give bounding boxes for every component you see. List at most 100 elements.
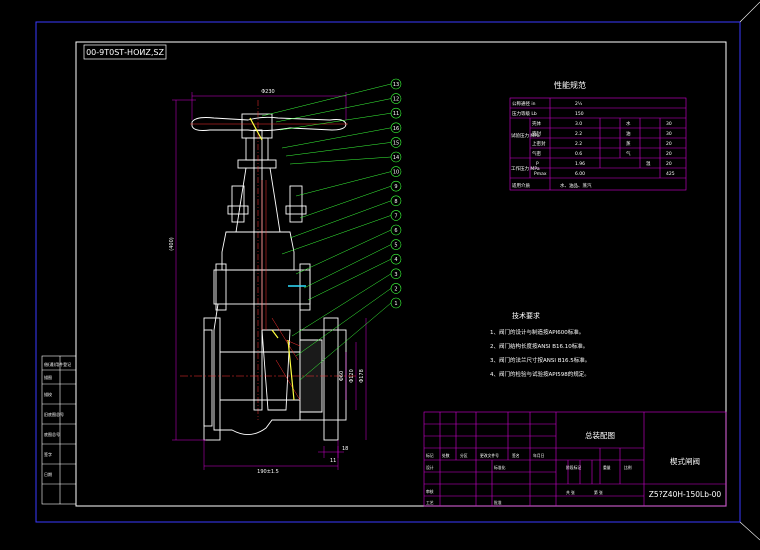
svg-text:水: 水 <box>626 120 631 127</box>
dim-t: 18 <box>342 446 348 452</box>
svg-text:P: P <box>536 161 539 167</box>
svg-text:上密封: 上密封 <box>532 140 546 147</box>
dim-d3: Φ178 <box>359 369 365 382</box>
svg-text:批准: 批准 <box>494 500 502 505</box>
dimension-lines <box>172 92 367 470</box>
balloon-number: 5 <box>394 243 397 249</box>
tech-req-title: 技术要求 <box>512 311 540 320</box>
svg-text:第 张: 第 张 <box>594 490 603 495</box>
svg-text:温: 温 <box>646 160 651 167</box>
balloon-leader <box>281 127 392 149</box>
svg-text:密封: 密封 <box>532 130 541 137</box>
yoke-top <box>237 159 277 169</box>
svg-text:描图: 描图 <box>44 374 52 380</box>
balloon-number: 14 <box>393 155 399 161</box>
balloon-leader <box>279 112 392 131</box>
dim-handwheel: Φ230 <box>261 89 274 95</box>
svg-text:设计: 设计 <box>426 465 434 470</box>
valve-body <box>213 303 301 435</box>
svg-text:3、阀门的法兰尺寸按ANSI B16.5标准。: 3、阀门的法兰尺寸按ANSI B16.5标准。 <box>490 356 590 364</box>
svg-text:签字: 签字 <box>44 451 52 457</box>
svg-text:标记: 标记 <box>426 453 434 458</box>
svg-text:1.96: 1.96 <box>575 161 585 167</box>
svg-text:2.2: 2.2 <box>575 141 582 147</box>
svg-text:20: 20 <box>666 161 672 167</box>
svg-text:壳体: 壳体 <box>532 120 541 127</box>
wedge <box>261 329 291 411</box>
outer-border <box>35 21 741 523</box>
balloon-leader <box>295 171 392 197</box>
balloon-leader <box>295 229 392 275</box>
tech-req-list: 1、阀门的设计与制造按API600标准。 2、阀门结构长度按ANSI B16.1… <box>490 328 590 378</box>
svg-text:日期: 日期 <box>44 471 52 477</box>
balloon-number: 11 <box>393 111 399 117</box>
svg-text:30: 30 <box>666 121 672 127</box>
svg-text:4、阀门的检验与试验按API598的规定。: 4、阀门的检验与试验按API598的规定。 <box>490 370 590 378</box>
balloon-number: 8 <box>394 199 397 205</box>
end-flange-right <box>323 317 339 441</box>
svg-text:更改文件号: 更改文件号 <box>480 453 499 458</box>
cad-drawing-sheet: 00-9Т0ЅТ-НОИΖ‚ЅΖ 借(通)用件登记 描图 描校 旧底图总号 底图… <box>35 1 760 541</box>
gland-bolt-right <box>289 185 303 223</box>
svg-text:2½: 2½ <box>575 100 583 107</box>
svg-text:阶段标记: 阶段标记 <box>566 465 581 470</box>
svg-text:气密: 气密 <box>532 150 541 157</box>
balloon-leader <box>303 244 392 289</box>
svg-text:气: 气 <box>626 150 631 157</box>
corner-line <box>739 1 760 23</box>
svg-text:公称通径 in: 公称通径 in <box>512 100 536 107</box>
balloon-number: 2 <box>394 286 397 292</box>
svg-text:3.0: 3.0 <box>575 121 582 127</box>
svg-text:425: 425 <box>666 171 675 177</box>
side-table-labels: 借(通)用件登记 描图 描校 旧底图总号 底图总号 签字 日期 <box>44 361 71 477</box>
svg-text:20: 20 <box>666 151 672 157</box>
balloon-number: 15 <box>393 140 399 146</box>
svg-text:压力等级 Lb: 压力等级 Lb <box>512 110 537 117</box>
balloon-number: 7 <box>394 213 397 219</box>
svg-text:油: 油 <box>626 130 631 137</box>
dim-length: 190±1.5 <box>257 469 279 475</box>
balloon-leader <box>291 273 392 337</box>
svg-text:适用介质: 适用介质 <box>512 182 530 189</box>
perf-table-title: 性能规范 <box>554 80 586 90</box>
title-block-small-text: 标记 处数 分区 更改文件号 签名 年月日 设计 标准化 审核 工艺 批准 阶段… <box>426 453 632 505</box>
svg-text:共 张: 共 张 <box>566 490 575 495</box>
section-hatch <box>261 180 301 401</box>
balloon-leader <box>289 156 392 165</box>
svg-text:工艺: 工艺 <box>426 500 434 505</box>
svg-text:描校: 描校 <box>44 391 52 397</box>
balloon-leader <box>275 98 392 123</box>
svg-text:蒸: 蒸 <box>626 140 631 147</box>
svg-text:比例: 比例 <box>624 465 632 470</box>
assembly-title: 总装配图 <box>585 430 615 440</box>
balloon-leader <box>299 185 392 219</box>
balloon-number: 9 <box>394 184 397 190</box>
balloon-number: 3 <box>394 272 397 278</box>
svg-text:旧底图总号: 旧底图总号 <box>44 411 64 417</box>
svg-text:2.2: 2.2 <box>575 131 582 137</box>
dim-d2: Φ120 <box>349 369 355 382</box>
yoke-nut <box>245 137 269 161</box>
svg-text:2、阀门结构长度按ANSI B16.10标准。: 2、阀门结构长度按ANSI B16.10标准。 <box>490 342 588 350</box>
balloon-number: 13 <box>393 82 399 88</box>
balloon-number: 1 <box>394 301 397 307</box>
balloon-number: 12 <box>393 97 399 103</box>
svg-text:重量: 重量 <box>603 465 611 470</box>
dim-b: 11 <box>330 458 336 464</box>
svg-text:底图总号: 底图总号 <box>44 431 60 437</box>
svg-text:分区: 分区 <box>460 453 468 458</box>
perf-table-text: 公称通径 in 2½ 压力等级 Lb 150 壳体 3.0 试验压力 MPa 密… <box>511 100 675 189</box>
svg-text:标准化: 标准化 <box>494 465 506 470</box>
balloon-number: 16 <box>393 126 399 132</box>
dim-height: (400) <box>169 237 175 250</box>
svg-text:30: 30 <box>666 131 672 137</box>
svg-text:1、阀门的设计与制造按API600标准。: 1、阀门的设计与制造按API600标准。 <box>490 328 584 336</box>
svg-text:年月日: 年月日 <box>533 453 545 458</box>
code-top-text: 00-9Т0ЅТ-НОИΖ‚ЅΖ <box>86 48 164 57</box>
balloon-leader <box>261 83 392 117</box>
svg-text:借(通)用件登记: 借(通)用件登记 <box>44 361 71 367</box>
balloon-number: 10 <box>393 170 399 176</box>
dim-d1: Φ60 <box>339 371 345 381</box>
svg-text:签名: 签名 <box>512 453 520 458</box>
svg-text:20: 20 <box>666 141 672 147</box>
